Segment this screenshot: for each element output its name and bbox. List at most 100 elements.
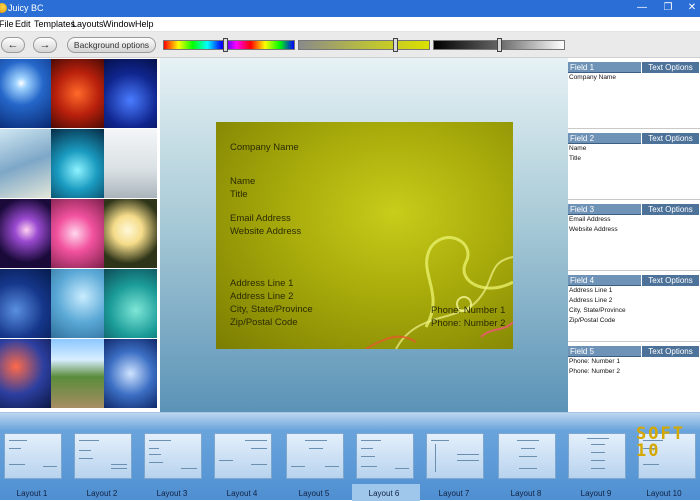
maximize-button[interactable]: ❐ xyxy=(660,1,676,15)
field-1-line[interactable]: Company Name xyxy=(569,74,616,81)
menu-templates[interactable]: Templates xyxy=(34,19,75,29)
background-thumbnail[interactable] xyxy=(104,339,157,408)
shade-slider[interactable] xyxy=(433,38,565,52)
menu-file[interactable]: File xyxy=(0,19,14,29)
field-2-text-options-button[interactable]: Text Options xyxy=(641,132,700,144)
field-5-label: Field 5 xyxy=(570,347,595,356)
field-4-label: Field 4 xyxy=(570,276,595,285)
card-website: Website Address xyxy=(230,226,302,237)
layout-label[interactable]: Layout 5 xyxy=(279,489,349,498)
minimize-button[interactable]: — xyxy=(634,1,650,15)
field-divider xyxy=(568,199,700,200)
close-button[interactable]: ✕ xyxy=(684,1,700,15)
field-5-line[interactable]: Phone: Number 1 xyxy=(569,358,620,365)
card-title: Title xyxy=(230,189,248,200)
window-title: Juicy BC xyxy=(8,3,44,13)
background-thumbnail[interactable] xyxy=(51,269,104,338)
layout-label[interactable]: Layout 9 xyxy=(561,489,631,498)
background-gallery xyxy=(0,58,160,412)
background-thumbnail[interactable] xyxy=(51,199,104,268)
hue-slider-thumb[interactable] xyxy=(223,38,228,52)
background-thumbnail[interactable] xyxy=(104,269,157,338)
card-address-line-2: Address Line 2 xyxy=(230,291,294,302)
background-thumbnail[interactable] xyxy=(0,269,53,338)
background-thumbnail[interactable] xyxy=(51,59,104,128)
menu-help[interactable]: Help xyxy=(135,19,154,29)
layout-label[interactable]: Layout 3 xyxy=(137,489,207,498)
field-3-line[interactable]: Website Address xyxy=(569,226,618,233)
field-2-line[interactable]: Name xyxy=(569,145,586,152)
field-4-line[interactable]: City, State/Province xyxy=(569,307,626,314)
field-2-header: Field 2 Text Options xyxy=(568,132,700,144)
field-divider xyxy=(568,341,700,342)
background-thumbnail[interactable] xyxy=(51,339,104,408)
layout-label[interactable]: Layout 1 xyxy=(0,489,67,498)
layout-thumbnail-8[interactable] xyxy=(498,433,556,479)
layout-thumbnail-4[interactable] xyxy=(214,433,272,479)
layout-thumbnail-3[interactable] xyxy=(144,433,202,479)
field-4-header: Field 4 Text Options xyxy=(568,274,700,286)
layout-thumbnail-5[interactable] xyxy=(286,433,344,479)
field-2-line[interactable]: Title xyxy=(569,155,581,162)
layout-label[interactable]: Layout 4 xyxy=(207,489,277,498)
business-card-preview[interactable]: Company Name Name Title Email Address We… xyxy=(216,122,513,349)
background-thumbnail[interactable] xyxy=(0,339,53,408)
background-thumbnail[interactable] xyxy=(104,59,157,128)
background-options-button[interactable]: Background options xyxy=(67,37,156,53)
layout-label[interactable]: Layout 10 xyxy=(629,489,699,498)
layout-thumbnail-6[interactable] xyxy=(356,433,414,479)
field-5-header: Field 5 Text Options xyxy=(568,345,700,357)
app-icon xyxy=(0,3,7,13)
background-thumbnail[interactable] xyxy=(0,199,53,268)
field-4-line[interactable]: Address Line 1 xyxy=(569,287,612,294)
card-canvas: Company Name Name Title Email Address We… xyxy=(160,58,568,412)
card-phone-1: Phone: Number 1 xyxy=(431,305,506,316)
layout-label[interactable]: Layout 7 xyxy=(419,489,489,498)
layout-thumbnail-2[interactable] xyxy=(74,433,132,479)
back-button[interactable]: ← xyxy=(1,37,25,53)
field-4-line[interactable]: Zip/Postal Code xyxy=(569,317,615,324)
menu-edit[interactable]: Edit xyxy=(15,19,31,29)
toolbar: ← → Background options xyxy=(0,32,700,58)
field-4-text-options-button[interactable]: Text Options xyxy=(641,274,700,286)
field-5-text-options-button[interactable]: Text Options xyxy=(641,345,700,357)
background-thumbnail[interactable] xyxy=(104,199,157,268)
menu-window[interactable]: Window xyxy=(103,19,135,29)
field-1-text-options-button[interactable]: Text Options xyxy=(641,61,700,73)
layout-label[interactable]: Layout 2 xyxy=(67,489,137,498)
tint-slider-thumb[interactable] xyxy=(393,38,398,52)
forward-button[interactable]: → xyxy=(33,37,57,53)
menu-bar: File Edit Templates Layouts Window Help xyxy=(0,17,700,32)
field-1-header: Field 1 Text Options xyxy=(568,61,700,73)
card-phone-2: Phone: Number 2 xyxy=(431,318,506,329)
card-name: Name xyxy=(230,176,256,187)
tint-slider[interactable] xyxy=(298,38,430,52)
field-divider xyxy=(568,270,700,271)
background-thumbnail[interactable] xyxy=(0,59,53,128)
field-4-line[interactable]: Address Line 2 xyxy=(569,297,612,304)
background-thumbnail[interactable] xyxy=(51,129,104,198)
hue-slider[interactable] xyxy=(163,38,295,52)
field-1-label: Field 1 xyxy=(570,63,595,72)
field-5-line[interactable]: Phone: Number 2 xyxy=(569,368,620,375)
layout-label[interactable]: Layout 8 xyxy=(491,489,561,498)
layout-thumbnail-7[interactable] xyxy=(426,433,484,479)
field-3-label: Field 3 xyxy=(570,205,595,214)
card-company-name: Company Name xyxy=(230,142,299,153)
background-thumbnail[interactable] xyxy=(0,129,53,198)
card-city-state: City, State/Province xyxy=(230,304,313,315)
layout-thumbnail-1[interactable] xyxy=(4,433,62,479)
shade-slider-thumb[interactable] xyxy=(497,38,502,52)
field-3-text-options-button[interactable]: Text Options xyxy=(641,203,700,215)
field-3-line[interactable]: Email Address xyxy=(569,216,611,223)
soft10-watermark-logo: SOFT10 xyxy=(636,424,685,461)
title-bar: Juicy BC — ❐ ✕ xyxy=(0,0,700,17)
field-3-header: Field 3 Text Options xyxy=(568,203,700,215)
background-thumbnail[interactable] xyxy=(104,129,157,198)
menu-layouts[interactable]: Layouts xyxy=(72,19,104,29)
layout-thumbnail-9[interactable] xyxy=(568,433,626,479)
layout-strip: Layout 1 Layout 2 Layout 3 Layout 4 Layo… xyxy=(0,412,700,501)
fields-panel: Field 1 Text Options Company Name Field … xyxy=(568,58,700,412)
field-divider xyxy=(568,128,700,129)
layout-label[interactable]: Layout 6 xyxy=(349,489,419,498)
